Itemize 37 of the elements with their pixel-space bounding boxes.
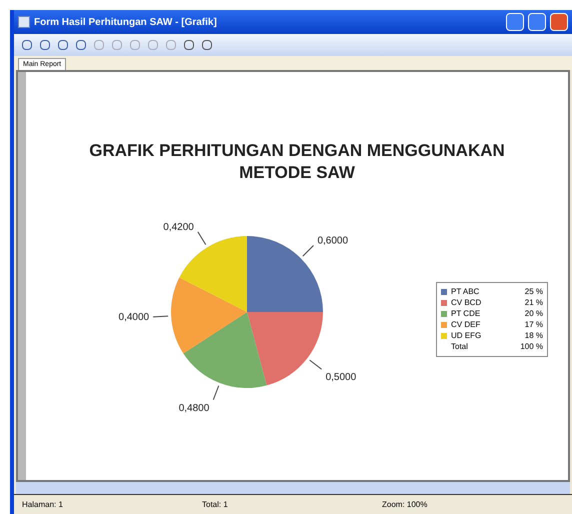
- data-label: 0,4000: [118, 312, 150, 323]
- data-label: 0,4800: [178, 402, 210, 414]
- legend-swatch: [441, 289, 447, 295]
- legend-label: CV DEF: [451, 320, 482, 330]
- data-label: 0,4200: [163, 222, 194, 233]
- legend-value: 20 %: [524, 309, 543, 319]
- chart-title: GRAFIK PERHITUNGAN DENGAN MENGGUNAKAN METODE SAW: [88, 140, 506, 184]
- minimize-button[interactable]: [506, 13, 524, 31]
- status-text: Total: 1: [201, 498, 229, 510]
- legend-swatch: [441, 322, 447, 328]
- horizontal-scrollbar[interactable]: [16, 482, 570, 494]
- status-text: Zoom: 100%: [381, 498, 428, 510]
- legend-label: UD EFG: [451, 331, 482, 341]
- maximize-button[interactable]: [528, 13, 546, 31]
- data-label: 0,4800: [178, 385, 220, 414]
- data-label: 0,6000: [317, 236, 348, 247]
- legend-label: PT CDE: [451, 309, 482, 319]
- legend-swatch: [441, 311, 447, 317]
- data-label: 0,4000: [118, 312, 169, 323]
- legend-swatch: [441, 300, 447, 306]
- close-button[interactable]: [550, 13, 568, 31]
- window-title: Form Hasil Perhitungan SAW - [Grafik]: [34, 16, 218, 30]
- legend-label: PT ABC: [451, 287, 480, 297]
- legend-value: 21 %: [524, 298, 543, 308]
- legend-value: 18 %: [524, 331, 543, 341]
- legend-value: 25 %: [524, 287, 543, 297]
- app-icon: [18, 16, 30, 28]
- legend-label: CV BCD: [451, 298, 482, 308]
- legend-swatch: [441, 333, 447, 339]
- legend-label: Total: [451, 342, 469, 352]
- status-text: Halaman: 1: [21, 498, 64, 510]
- data-label: 0,5000: [309, 360, 356, 384]
- data-label: 0,6000: [302, 236, 348, 257]
- legend-value: 17 %: [524, 320, 543, 330]
- legend-value: 100 %: [520, 342, 543, 352]
- data-label: 0,4200: [163, 222, 206, 246]
- data-label: 0,5000: [326, 372, 357, 384]
